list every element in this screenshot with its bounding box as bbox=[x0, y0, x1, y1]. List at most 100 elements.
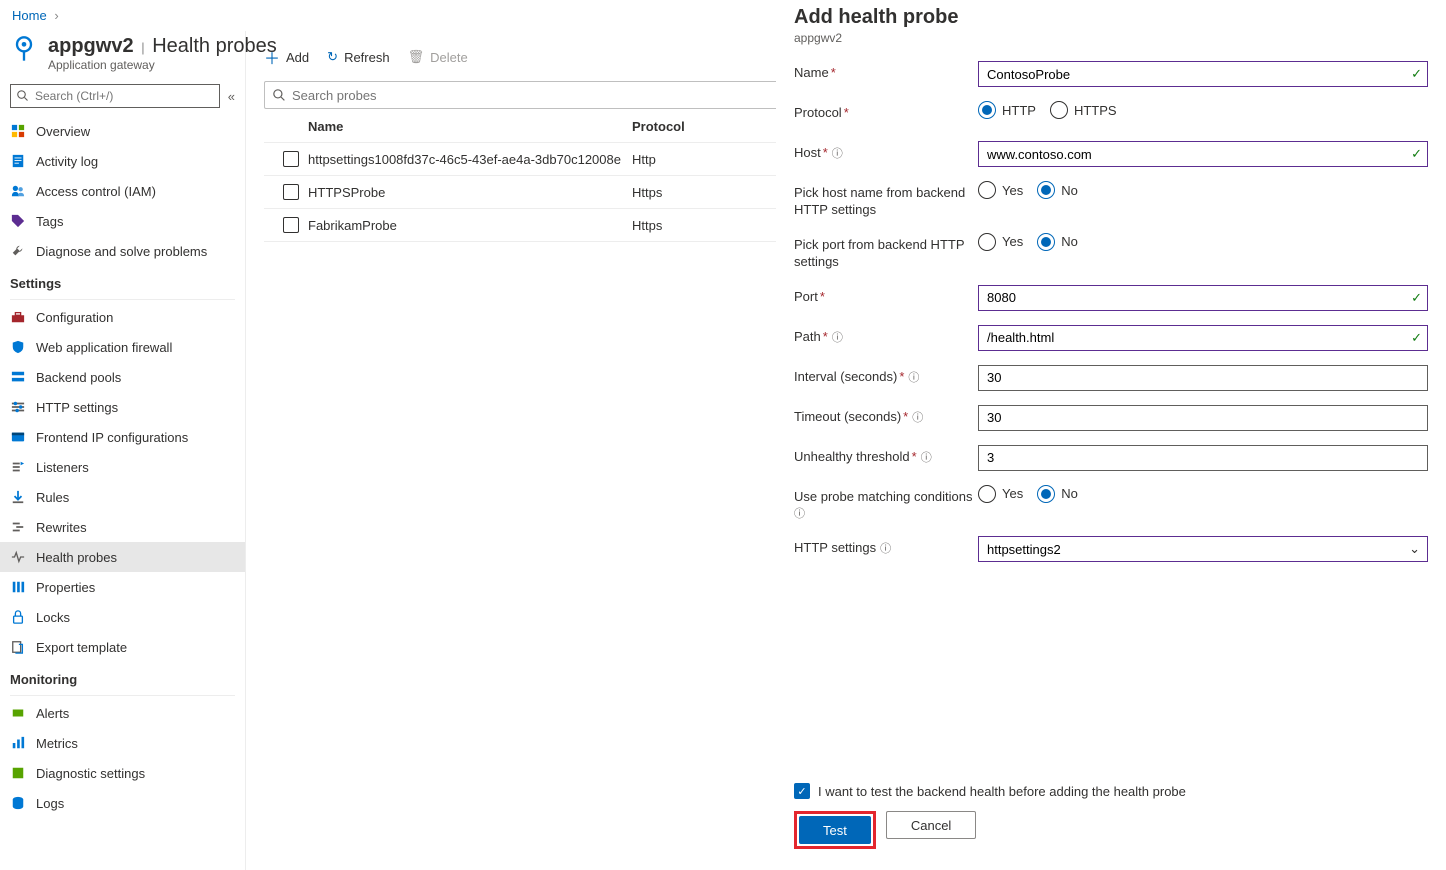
nav-section-settings: Settings bbox=[0, 266, 245, 297]
nav-waf[interactable]: Web application firewall bbox=[0, 332, 245, 362]
toolbar-delete: 🗑Delete bbox=[408, 49, 468, 65]
toolbar-refresh[interactable]: ↻Refresh bbox=[327, 49, 389, 65]
sliders-icon bbox=[10, 400, 26, 414]
radio-http[interactable]: HTTP bbox=[978, 101, 1036, 119]
cancel-button[interactable]: Cancel bbox=[886, 811, 976, 839]
add-probe-blade: Add health probe appgwv2 Name* ✓ Protoco… bbox=[776, 0, 1446, 869]
port-input[interactable] bbox=[978, 285, 1428, 311]
radio-pick-port-no[interactable]: No bbox=[1037, 233, 1078, 251]
search-icon bbox=[17, 90, 29, 102]
nav-http-settings[interactable]: HTTP settings bbox=[0, 392, 245, 422]
test-first-checkbox[interactable]: ✓ bbox=[794, 783, 810, 799]
row-checkbox[interactable] bbox=[283, 184, 299, 200]
row-checkbox[interactable] bbox=[283, 217, 299, 233]
nav-overview[interactable]: Overview bbox=[0, 116, 245, 146]
check-icon: ✓ bbox=[1411, 66, 1422, 82]
logs-icon bbox=[10, 796, 26, 810]
radio-pick-host-yes[interactable]: Yes bbox=[978, 181, 1023, 199]
timeout-input[interactable] bbox=[978, 405, 1428, 431]
nav-logs[interactable]: Logs bbox=[0, 788, 245, 818]
test-button[interactable]: Test bbox=[799, 816, 871, 844]
radio-match-yes[interactable]: Yes bbox=[978, 485, 1023, 503]
info-icon[interactable]: ⓘ bbox=[832, 332, 843, 344]
nav-tags[interactable]: Tags bbox=[0, 206, 245, 236]
tag-icon bbox=[10, 214, 26, 228]
nav-iam[interactable]: Access control (IAM) bbox=[0, 176, 245, 206]
toolbar-add[interactable]: ＋Add bbox=[264, 45, 309, 69]
heartbeat-icon bbox=[10, 550, 26, 564]
interval-input[interactable] bbox=[978, 365, 1428, 391]
callout-highlight: Test bbox=[794, 811, 876, 849]
info-icon[interactable]: ⓘ bbox=[794, 508, 805, 520]
nav-frontend-ip[interactable]: Frontend IP configurations bbox=[0, 422, 245, 452]
plus-icon: ＋ bbox=[264, 45, 280, 69]
toolbox-icon bbox=[10, 310, 26, 324]
shield-icon bbox=[10, 340, 26, 354]
trash-icon: 🗑 bbox=[408, 49, 425, 65]
nav-locks[interactable]: Locks bbox=[0, 602, 245, 632]
nav-backend-pools[interactable]: Backend pools bbox=[0, 362, 245, 392]
app-gateway-icon bbox=[10, 35, 38, 63]
resource-type: Application gateway bbox=[48, 58, 277, 72]
nav-search[interactable] bbox=[10, 84, 220, 108]
http-settings-select[interactable] bbox=[978, 536, 1428, 562]
check-icon: ✓ bbox=[1411, 146, 1422, 162]
nav-health-probes[interactable]: Health probes bbox=[0, 542, 245, 572]
metrics-icon bbox=[10, 736, 26, 750]
row-checkbox[interactable] bbox=[283, 151, 299, 167]
check-icon: ✓ bbox=[1411, 330, 1422, 346]
rewrite-icon bbox=[10, 520, 26, 534]
blade-subtitle: appgwv2 bbox=[794, 31, 1428, 45]
search-icon bbox=[273, 89, 286, 102]
nav-rules[interactable]: Rules bbox=[0, 482, 245, 512]
lock-icon bbox=[10, 610, 26, 624]
people-icon bbox=[10, 184, 26, 198]
nav-properties[interactable]: Properties bbox=[0, 572, 245, 602]
info-icon[interactable]: ⓘ bbox=[832, 148, 843, 160]
listeners-icon bbox=[10, 460, 26, 474]
radio-pick-host-no[interactable]: No bbox=[1037, 181, 1078, 199]
nav-rewrites[interactable]: Rewrites bbox=[0, 512, 245, 542]
probe-name-input[interactable] bbox=[978, 61, 1428, 87]
nav-activity-log[interactable]: Activity log bbox=[0, 146, 245, 176]
check-icon: ✓ bbox=[1411, 290, 1422, 306]
nav-diagnose[interactable]: Diagnose and solve problems bbox=[0, 236, 245, 266]
chevron-right-icon: › bbox=[50, 8, 62, 23]
info-icon[interactable]: ⓘ bbox=[921, 452, 932, 464]
resource-name: appgwv2 bbox=[48, 35, 134, 57]
servers-icon bbox=[10, 370, 26, 384]
path-input[interactable] bbox=[978, 325, 1428, 351]
radio-https[interactable]: HTTPS bbox=[1050, 101, 1117, 119]
info-icon[interactable]: ⓘ bbox=[908, 372, 919, 384]
export-icon bbox=[10, 640, 26, 654]
nav-alerts[interactable]: Alerts bbox=[0, 698, 245, 728]
radio-pick-port-yes[interactable]: Yes bbox=[978, 233, 1023, 251]
radio-match-no[interactable]: No bbox=[1037, 485, 1078, 503]
nav-configuration[interactable]: Configuration bbox=[0, 302, 245, 332]
host-input[interactable] bbox=[978, 141, 1428, 167]
nav-metrics[interactable]: Metrics bbox=[0, 728, 245, 758]
refresh-icon: ↻ bbox=[327, 49, 338, 65]
unhealthy-input[interactable] bbox=[978, 445, 1428, 471]
wrench-icon bbox=[10, 244, 26, 258]
info-icon[interactable]: ⓘ bbox=[880, 543, 891, 555]
card-icon bbox=[10, 430, 26, 444]
nav-export-template[interactable]: Export template bbox=[0, 632, 245, 662]
info-icon[interactable]: ⓘ bbox=[912, 412, 923, 424]
alert-icon bbox=[10, 706, 26, 720]
download-icon bbox=[10, 490, 26, 504]
overview-icon bbox=[10, 124, 26, 138]
nav-diagnostic-settings[interactable]: Diagnostic settings bbox=[0, 758, 245, 788]
test-first-label: I want to test the backend health before… bbox=[818, 784, 1186, 799]
nav-search-input[interactable] bbox=[35, 89, 213, 103]
log-icon bbox=[10, 154, 26, 168]
diagnostic-icon bbox=[10, 766, 26, 780]
blade-title: Add health probe bbox=[794, 6, 1428, 29]
col-header-name[interactable]: Name bbox=[308, 119, 632, 134]
nav-section-monitoring: Monitoring bbox=[0, 662, 245, 693]
collapse-nav-icon[interactable]: « bbox=[228, 89, 235, 104]
properties-icon bbox=[10, 580, 26, 594]
breadcrumb-home[interactable]: Home bbox=[12, 8, 47, 23]
nav-listeners[interactable]: Listeners bbox=[0, 452, 245, 482]
resource-header: appgwv2 | Health probes Application gate… bbox=[0, 31, 245, 80]
